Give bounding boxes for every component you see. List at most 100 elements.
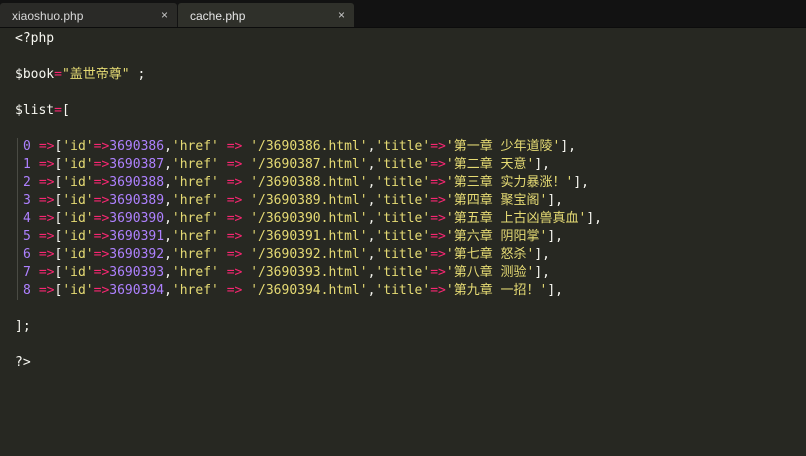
index-number: 8 — [23, 283, 31, 298]
arrow-operator: => — [218, 211, 251, 226]
array-row: 0 =>['id'=>3690386,'href' => '/3690386.ht… — [23, 138, 576, 156]
array-row: 5 =>['id'=>3690391,'href' => '/3690391.ht… — [23, 228, 563, 246]
close-icon[interactable]: × — [161, 8, 168, 22]
comma: , — [164, 211, 172, 226]
book-variable: $book — [15, 67, 55, 82]
title-value: '第六章 阴阳掌' — [445, 229, 548, 244]
title-key: 'title' — [375, 229, 431, 244]
index-number: 0 — [23, 139, 31, 154]
id-key: 'id' — [62, 229, 94, 244]
tab-xiaoshuo[interactable]: xiaoshuo.php × — [0, 3, 177, 27]
comma: , — [164, 247, 172, 262]
href-value: '/3690391.html' — [250, 229, 368, 244]
arrow-operator: => — [218, 157, 251, 172]
arrow-operator: => — [218, 193, 251, 208]
array-row: 6 =>['id'=>3690392,'href' => '/3690392.ht… — [23, 246, 550, 264]
comma: , — [164, 229, 172, 244]
id-key: 'id' — [62, 247, 94, 262]
arrow-operator: => — [430, 265, 446, 280]
id-value: 3690392 — [109, 247, 165, 262]
arrow-operator: => — [93, 193, 110, 208]
indent-guide — [17, 138, 18, 300]
comma: , — [164, 157, 172, 172]
href-value: '/3690389.html' — [250, 193, 368, 208]
arrow-operator: => — [218, 265, 251, 280]
code-line-list: $list=[ — [15, 102, 70, 120]
arrow-operator: => — [93, 139, 110, 154]
id-value: 3690386 — [109, 139, 165, 154]
id-value: 3690387 — [109, 157, 165, 172]
arrow-operator: => — [38, 139, 55, 154]
href-value: '/3690392.html' — [250, 247, 368, 262]
arrow-operator: => — [38, 283, 55, 298]
id-key: 'id' — [62, 139, 94, 154]
title-key: 'title' — [375, 211, 431, 226]
arrow-operator: => — [430, 139, 446, 154]
href-key: 'href' — [171, 211, 219, 226]
tab-cache[interactable]: cache.php × — [178, 3, 354, 27]
array-row: 3 =>['id'=>3690389,'href' => '/3690389.ht… — [23, 192, 563, 210]
title-key: 'title' — [375, 175, 431, 190]
arrow-operator: => — [38, 157, 55, 172]
id-value: 3690394 — [109, 283, 165, 298]
close-icon[interactable]: × — [338, 8, 345, 22]
arrow-operator: => — [93, 157, 110, 172]
id-value: 3690388 — [109, 175, 165, 190]
href-key: 'href' — [171, 247, 219, 262]
arrow-operator: => — [38, 175, 55, 190]
tab-label: cache.php — [190, 9, 246, 23]
comma: , — [164, 193, 172, 208]
title-key: 'title' — [375, 139, 431, 154]
title-value: '第九章 一招！' — [445, 283, 548, 298]
comma: , — [164, 139, 172, 154]
arrow-operator: => — [38, 211, 55, 226]
close-bracket: ], — [573, 175, 590, 190]
arrow-operator: => — [93, 211, 110, 226]
index-number: 2 — [23, 175, 31, 190]
title-value: '第三章 实力暴涨！' — [445, 175, 574, 190]
arrow-operator: => — [430, 229, 446, 244]
php-open-tag: <?php — [15, 31, 55, 46]
href-key: 'href' — [171, 175, 219, 190]
title-value: '第二章 天意' — [445, 157, 535, 172]
id-value: 3690390 — [109, 211, 165, 226]
arrow-operator: => — [430, 175, 446, 190]
comma: , — [164, 265, 172, 280]
code-editor[interactable]: <?php $book="盖世帝尊" ; $list=[ 0 =>['id'=>3… — [0, 28, 806, 456]
index-number: 4 — [23, 211, 31, 226]
index-number: 5 — [23, 229, 31, 244]
book-value: "盖世帝尊" — [61, 67, 130, 82]
arrow-operator: => — [93, 265, 110, 280]
list-variable: $list — [15, 103, 55, 118]
href-key: 'href' — [171, 157, 219, 172]
id-value: 3690389 — [109, 193, 165, 208]
array-row: 7 =>['id'=>3690393,'href' => '/3690393.ht… — [23, 264, 550, 282]
title-value: '第一章 少年道陵' — [445, 139, 561, 154]
code-line-php-close: ?> — [15, 354, 31, 372]
index-number: 6 — [23, 247, 31, 262]
href-value: '/3690386.html' — [250, 139, 368, 154]
id-key: 'id' — [62, 157, 94, 172]
open-bracket: [ — [61, 103, 70, 118]
code-line-book: $book="盖世帝尊" ; — [15, 66, 145, 84]
arrow-operator: => — [38, 265, 55, 280]
id-key: 'id' — [62, 175, 94, 190]
href-value: '/3690394.html' — [250, 283, 368, 298]
arrow-operator: => — [93, 247, 110, 262]
href-key: 'href' — [171, 139, 219, 154]
tab-bar: xiaoshuo.php × cache.php × — [0, 0, 806, 28]
title-key: 'title' — [375, 157, 431, 172]
arrow-operator: => — [93, 283, 110, 298]
title-value: '第八章 测验' — [445, 265, 535, 280]
php-close-tag: ?> — [15, 355, 31, 370]
code-line-close: ]; — [15, 318, 31, 336]
title-key: 'title' — [375, 193, 431, 208]
href-key: 'href' — [171, 193, 219, 208]
close-bracket: ], — [586, 211, 603, 226]
tab-label: xiaoshuo.php — [12, 9, 84, 23]
href-value: '/3690387.html' — [250, 157, 368, 172]
arrow-operator: => — [430, 283, 446, 298]
arrow-operator: => — [218, 229, 251, 244]
href-key: 'href' — [171, 229, 219, 244]
href-key: 'href' — [171, 283, 219, 298]
